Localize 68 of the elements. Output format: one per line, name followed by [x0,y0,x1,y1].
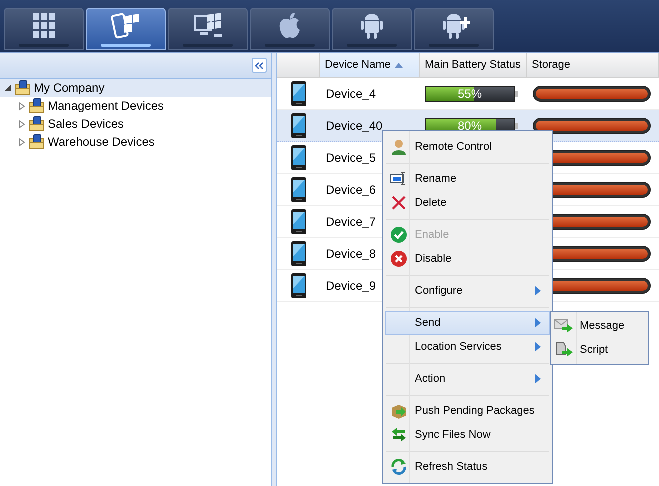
platform-tab[interactable] [168,8,248,50]
device-name: Device_9 [326,278,376,292]
column-header[interactable]: Main Battery Status [420,53,527,77]
rename-icon [390,170,408,188]
menu-item[interactable]: Message [551,314,648,338]
device-name: Device_7 [326,214,376,228]
phone-icon [290,208,306,234]
platform-tab[interactable] [86,8,166,50]
menu-item[interactable]: Send [385,311,550,335]
expanded-caret-icon[interactable] [4,84,12,92]
device-name: Device_5 [326,150,376,164]
device-name: Device_40 [326,118,383,132]
folder-device-icon [29,134,45,150]
sync-arrows-icon [390,426,408,444]
devices-icon [110,11,142,41]
platform-tab[interactable] [4,8,84,50]
collapsed-caret-icon[interactable] [18,102,26,110]
menu-item[interactable]: Push Pending Packages [385,399,550,423]
device-name: Device_8 [326,246,376,260]
column-header[interactable]: Storage [527,53,659,77]
menu-item[interactable]: Delete [385,191,550,215]
menu-item[interactable]: Location Services [385,335,550,359]
double-chevron-left-icon [255,62,264,70]
phone-icon [290,272,306,298]
collapse-button[interactable] [252,58,267,73]
column-header[interactable]: Device Name [320,53,420,77]
menu-item[interactable]: Script [551,338,648,362]
platform-tab[interactable] [250,8,330,50]
menu-item[interactable]: Disable [385,247,550,271]
folder-device-icon [29,98,45,114]
phone-icon [290,240,306,266]
menu-item[interactable]: Refresh Status [385,455,550,479]
folder-device-icon [15,80,31,96]
person-icon [390,138,408,156]
check-circle-icon [390,226,408,244]
tree-label: Sales Devices [48,116,124,133]
tree-row[interactable]: My Company [0,79,271,97]
device-name: Device_4 [326,86,376,100]
delete-icon [390,194,408,212]
battery-reading: 80% [456,118,484,132]
menu-item[interactable]: Configure [385,279,550,303]
tree-label: Warehouse Devices [48,134,155,151]
menu-item[interactable]: Action [385,367,550,391]
platform-tab[interactable] [332,8,412,50]
refresh-icon [390,458,408,476]
tree-label: Management Devices [48,98,164,115]
script-arrow-icon [554,341,574,359]
collapsed-caret-icon[interactable] [18,120,26,128]
sort-ascending-icon [395,62,404,68]
menu-item[interactable]: Rename [385,167,550,191]
table-row[interactable]: Device_4 55% [277,78,659,110]
tree-row[interactable]: Sales Devices [0,115,271,133]
tree-label: My Company [34,80,105,97]
collapsed-caret-icon[interactable] [18,138,26,146]
error-circle-icon [390,250,408,268]
battery-reading: 55% [456,86,484,100]
phone-icon [290,112,306,138]
phone-icon [290,80,306,106]
tree-row[interactable]: Warehouse Devices [0,133,271,151]
device-name: Device_6 [326,182,376,196]
platform-tab[interactable] [414,8,494,50]
envelope-arrow-icon [554,317,574,335]
phone-icon [290,176,306,202]
package-icon [390,402,408,420]
folder-device-icon [29,116,45,132]
tree-row[interactable]: Management Devices [0,97,271,115]
menu-item[interactable]: Sync Files Now [385,423,550,447]
phone-icon [290,144,306,170]
